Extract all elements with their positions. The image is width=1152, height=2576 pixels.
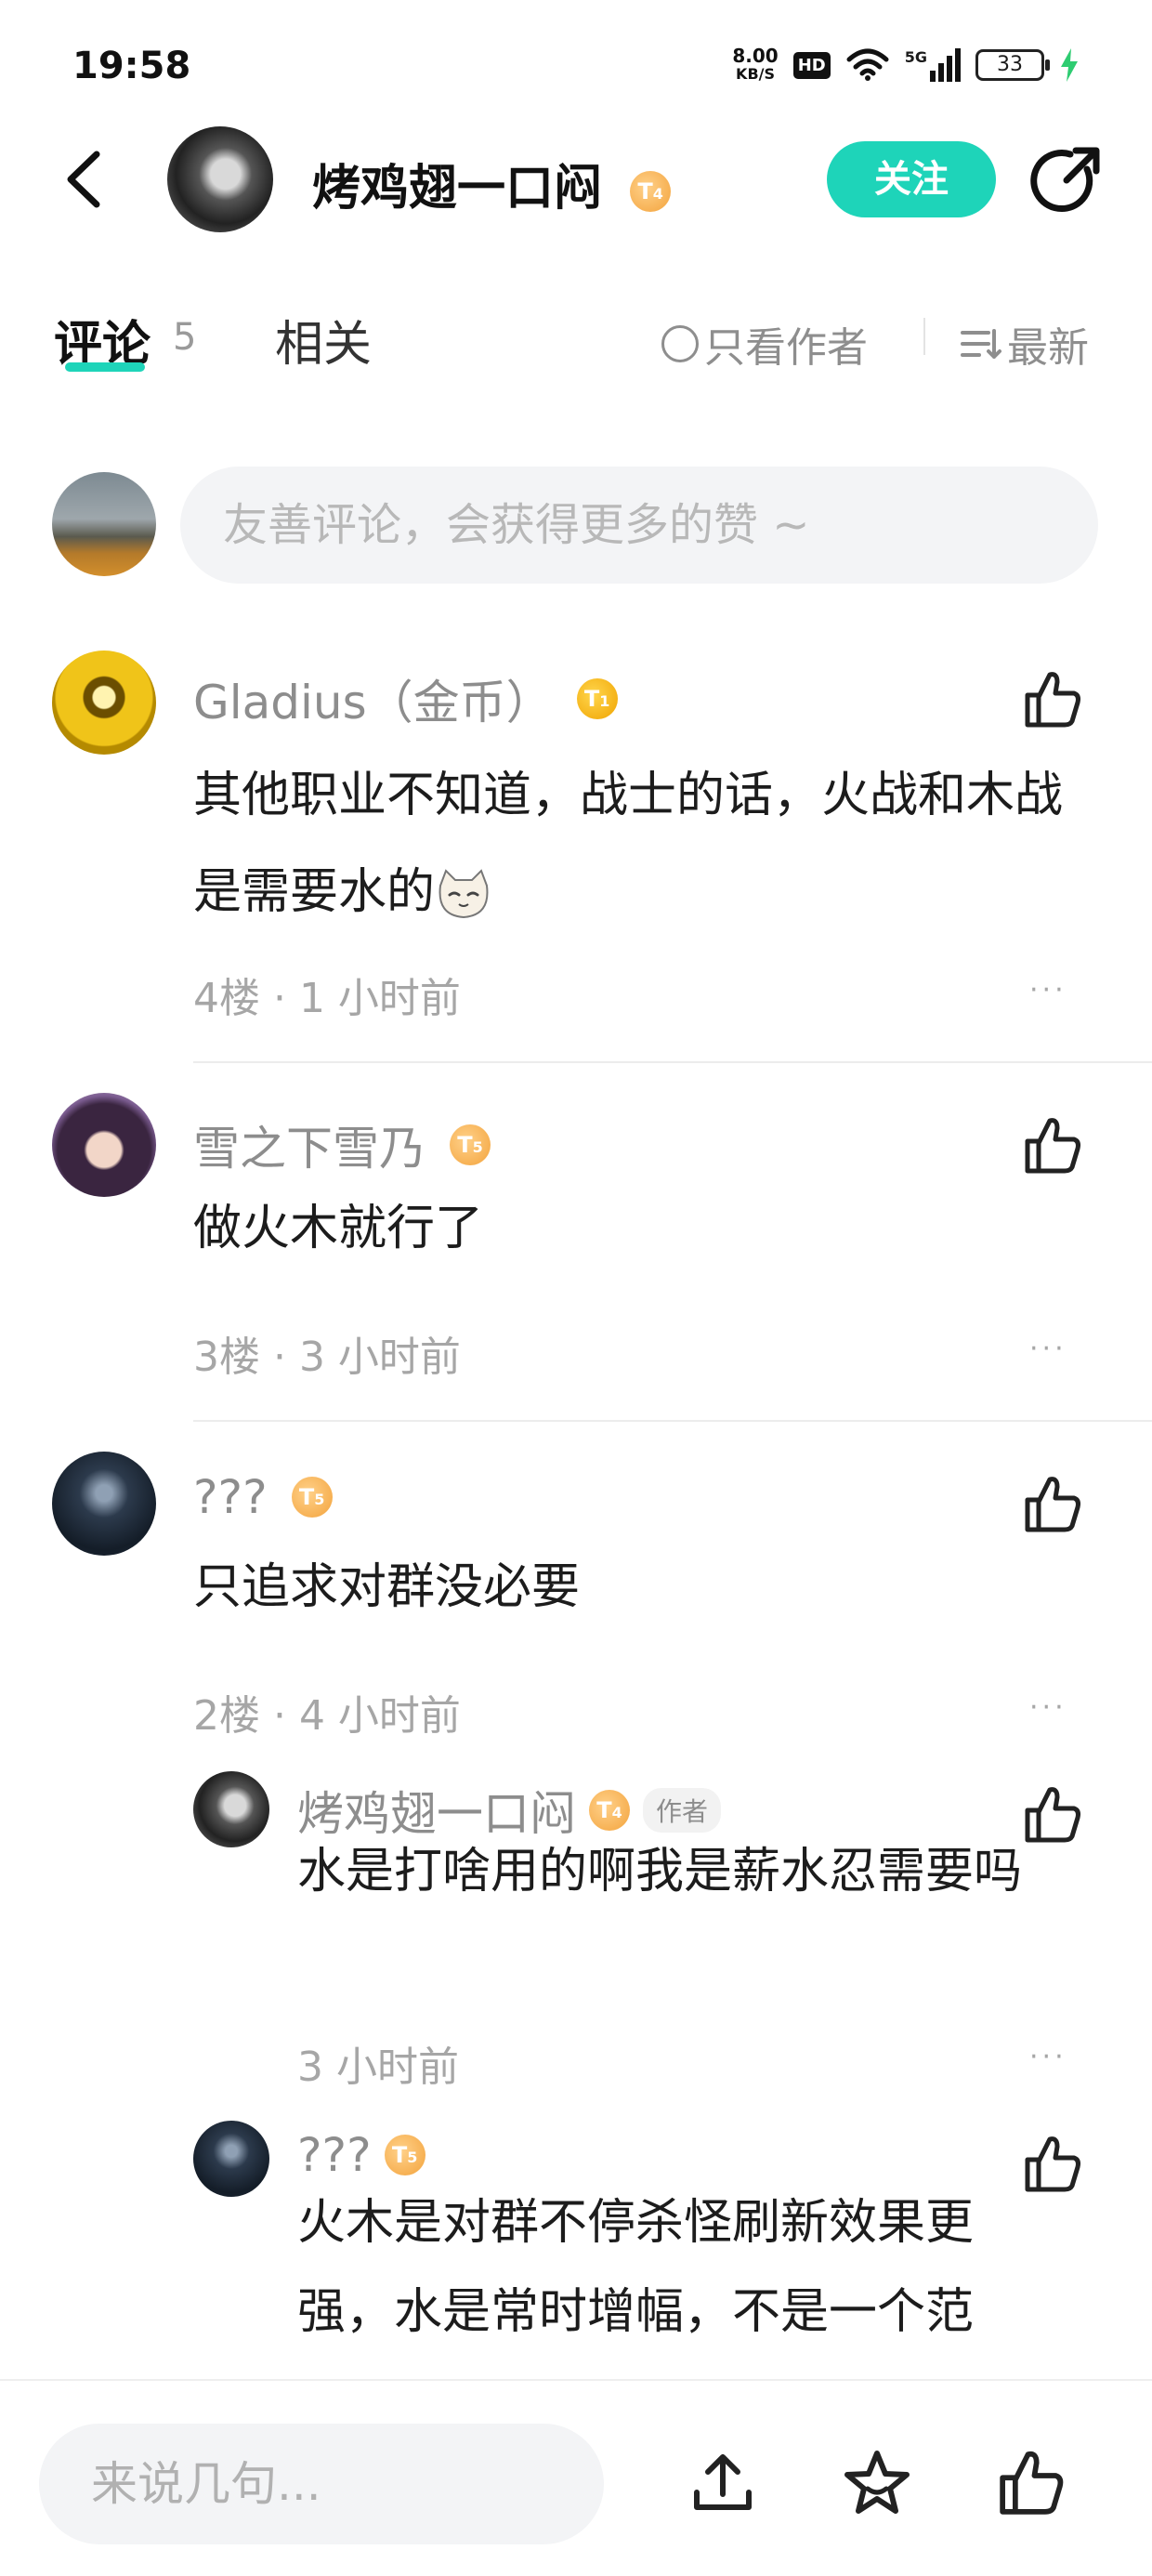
reply-author-level: 5 xyxy=(407,2149,418,2166)
author-tag: 作者 xyxy=(643,1788,722,1833)
my-avatar xyxy=(52,472,156,576)
thumbs-up-icon[interactable] xyxy=(1020,1472,1085,1537)
commenter-name-text: Gladius（金币） xyxy=(193,676,553,729)
status-time: 19:58 xyxy=(72,45,191,87)
commenter-name-text: 雪之下雪乃 xyxy=(193,1122,425,1176)
network-speed-value: 8.00 xyxy=(732,45,779,67)
cell-signal-icon: 5G xyxy=(905,48,961,82)
sort-button[interactable]: 最新 xyxy=(961,314,1089,374)
level-badge-icon: T5 xyxy=(450,1124,491,1165)
commenter-avatar[interactable] xyxy=(52,1452,156,1556)
reply-author-name-text: ??? xyxy=(297,2128,372,2182)
radio-circle-icon xyxy=(661,325,699,362)
reply-text: 火木是对群不停杀怪刷新效果更强，水是常时增幅，不是一个范 xyxy=(297,2195,975,2340)
commenter-name[interactable]: 雪之下雪乃 T5 xyxy=(193,1111,491,1178)
comment-text-content: 其他职业不知道，战士的话，火战和木战是需要水的 xyxy=(193,768,1064,920)
bottom-action-bar: 来说几句... xyxy=(0,2379,1152,2576)
level-badge-icon: T5 xyxy=(384,2135,425,2175)
author-level: 4 xyxy=(652,185,663,203)
comment-tabs: 评论 5 相关 只看作者 最新 xyxy=(0,297,1152,381)
commenter-avatar[interactable] xyxy=(52,1093,156,1197)
back-arrow-icon[interactable] xyxy=(58,147,113,212)
more-dots-icon[interactable]: ··· xyxy=(1029,2041,1067,2073)
comment-meta: 3楼 · 3 小时前 xyxy=(193,1334,461,1381)
more-dots-icon[interactable]: ··· xyxy=(1029,974,1067,1006)
status-icons: 8.00 KB/S HD 5G 33 xyxy=(732,46,1080,84)
commenter-level: 1 xyxy=(599,692,610,710)
star-icon[interactable] xyxy=(840,2446,914,2520)
commenter-avatar[interactable] xyxy=(52,651,156,755)
comment-text: 只追求对群没必要 xyxy=(193,1559,581,1615)
battery-indicator: 33 xyxy=(975,49,1050,81)
sort-label: 最新 xyxy=(1007,324,1089,372)
author-name-text: 烤鸡翅一口闷 xyxy=(312,161,603,217)
more-dots-icon[interactable]: ··· xyxy=(1029,1333,1067,1365)
reply-author-level: 4 xyxy=(611,1804,622,1821)
follow-button[interactable]: 关注 xyxy=(827,141,996,217)
commenter-name[interactable]: ??? T5 xyxy=(193,1470,333,1524)
sort-icon xyxy=(961,329,1001,359)
upload-icon[interactable] xyxy=(686,2446,760,2520)
reply-text: 水是打啥用的啊我是薪水忍需要吗 xyxy=(297,1844,1023,1899)
thumbs-up-icon[interactable] xyxy=(1020,1113,1085,1178)
signal-label: 5G xyxy=(904,48,927,66)
more-dots-icon[interactable]: ··· xyxy=(1029,1691,1067,1724)
thumbs-up-icon[interactable] xyxy=(1020,667,1085,732)
comment-text: 其他职业不知道，战士的话，火战和木战是需要水的 xyxy=(193,747,1094,940)
commenter-name[interactable]: Gladius（金币） T1 xyxy=(193,665,618,732)
author-avatar[interactable] xyxy=(167,126,273,232)
tab-related[interactable]: 相关 xyxy=(275,305,372,375)
reply-author-name[interactable]: ??? T5 xyxy=(297,2128,425,2182)
network-speed: 8.00 KB/S xyxy=(732,46,778,84)
reply-meta: 3 小时前 xyxy=(297,2044,459,2091)
wifi-icon xyxy=(846,48,889,81)
level-badge-icon: T1 xyxy=(576,678,618,719)
quick-comment-input[interactable]: 来说几句... xyxy=(39,2424,604,2544)
status-bar: 19:58 8.00 KB/S HD 5G 33 xyxy=(0,0,1152,130)
share-icon[interactable] xyxy=(1029,143,1104,217)
comment-text: 做火木就行了 xyxy=(193,1201,484,1256)
commenter-name-text: ??? xyxy=(193,1470,268,1524)
comment-input[interactable]: 友善评论，会获得更多的赞 ~ xyxy=(180,467,1098,584)
commenter-level: 5 xyxy=(472,1138,483,1156)
comment-divider xyxy=(193,1061,1152,1063)
author-only-toggle[interactable]: 只看作者 xyxy=(661,314,868,374)
author-only-label: 只看作者 xyxy=(704,324,868,372)
comment-meta: 4楼 · 1 小时前 xyxy=(193,975,461,1022)
level-badge-icon: T4 xyxy=(630,171,672,212)
comments-count: 5 xyxy=(173,316,197,359)
active-tab-indicator xyxy=(65,362,145,372)
hd-badge: HD xyxy=(792,51,831,79)
comment-divider xyxy=(193,1420,1152,1422)
reply-avatar[interactable] xyxy=(193,2121,269,2197)
commenter-level: 5 xyxy=(314,1491,325,1508)
author-name[interactable]: 烤鸡翅一口闷 T4 xyxy=(312,149,672,218)
level-badge-icon: T4 xyxy=(589,1790,630,1831)
thumbs-up-icon[interactable] xyxy=(994,2446,1068,2520)
comment-meta: 2楼 · 4 小时前 xyxy=(193,1692,461,1740)
filter-divider xyxy=(923,318,925,355)
reply-avatar[interactable] xyxy=(193,1771,269,1847)
level-badge-icon: T5 xyxy=(291,1477,333,1518)
network-speed-unit: KB/S xyxy=(736,65,776,83)
post-header: 烤鸡翅一口闷 T4 关注 xyxy=(0,121,1152,242)
cat-emoji-icon xyxy=(439,869,489,919)
charging-bolt-icon xyxy=(1061,48,1078,82)
